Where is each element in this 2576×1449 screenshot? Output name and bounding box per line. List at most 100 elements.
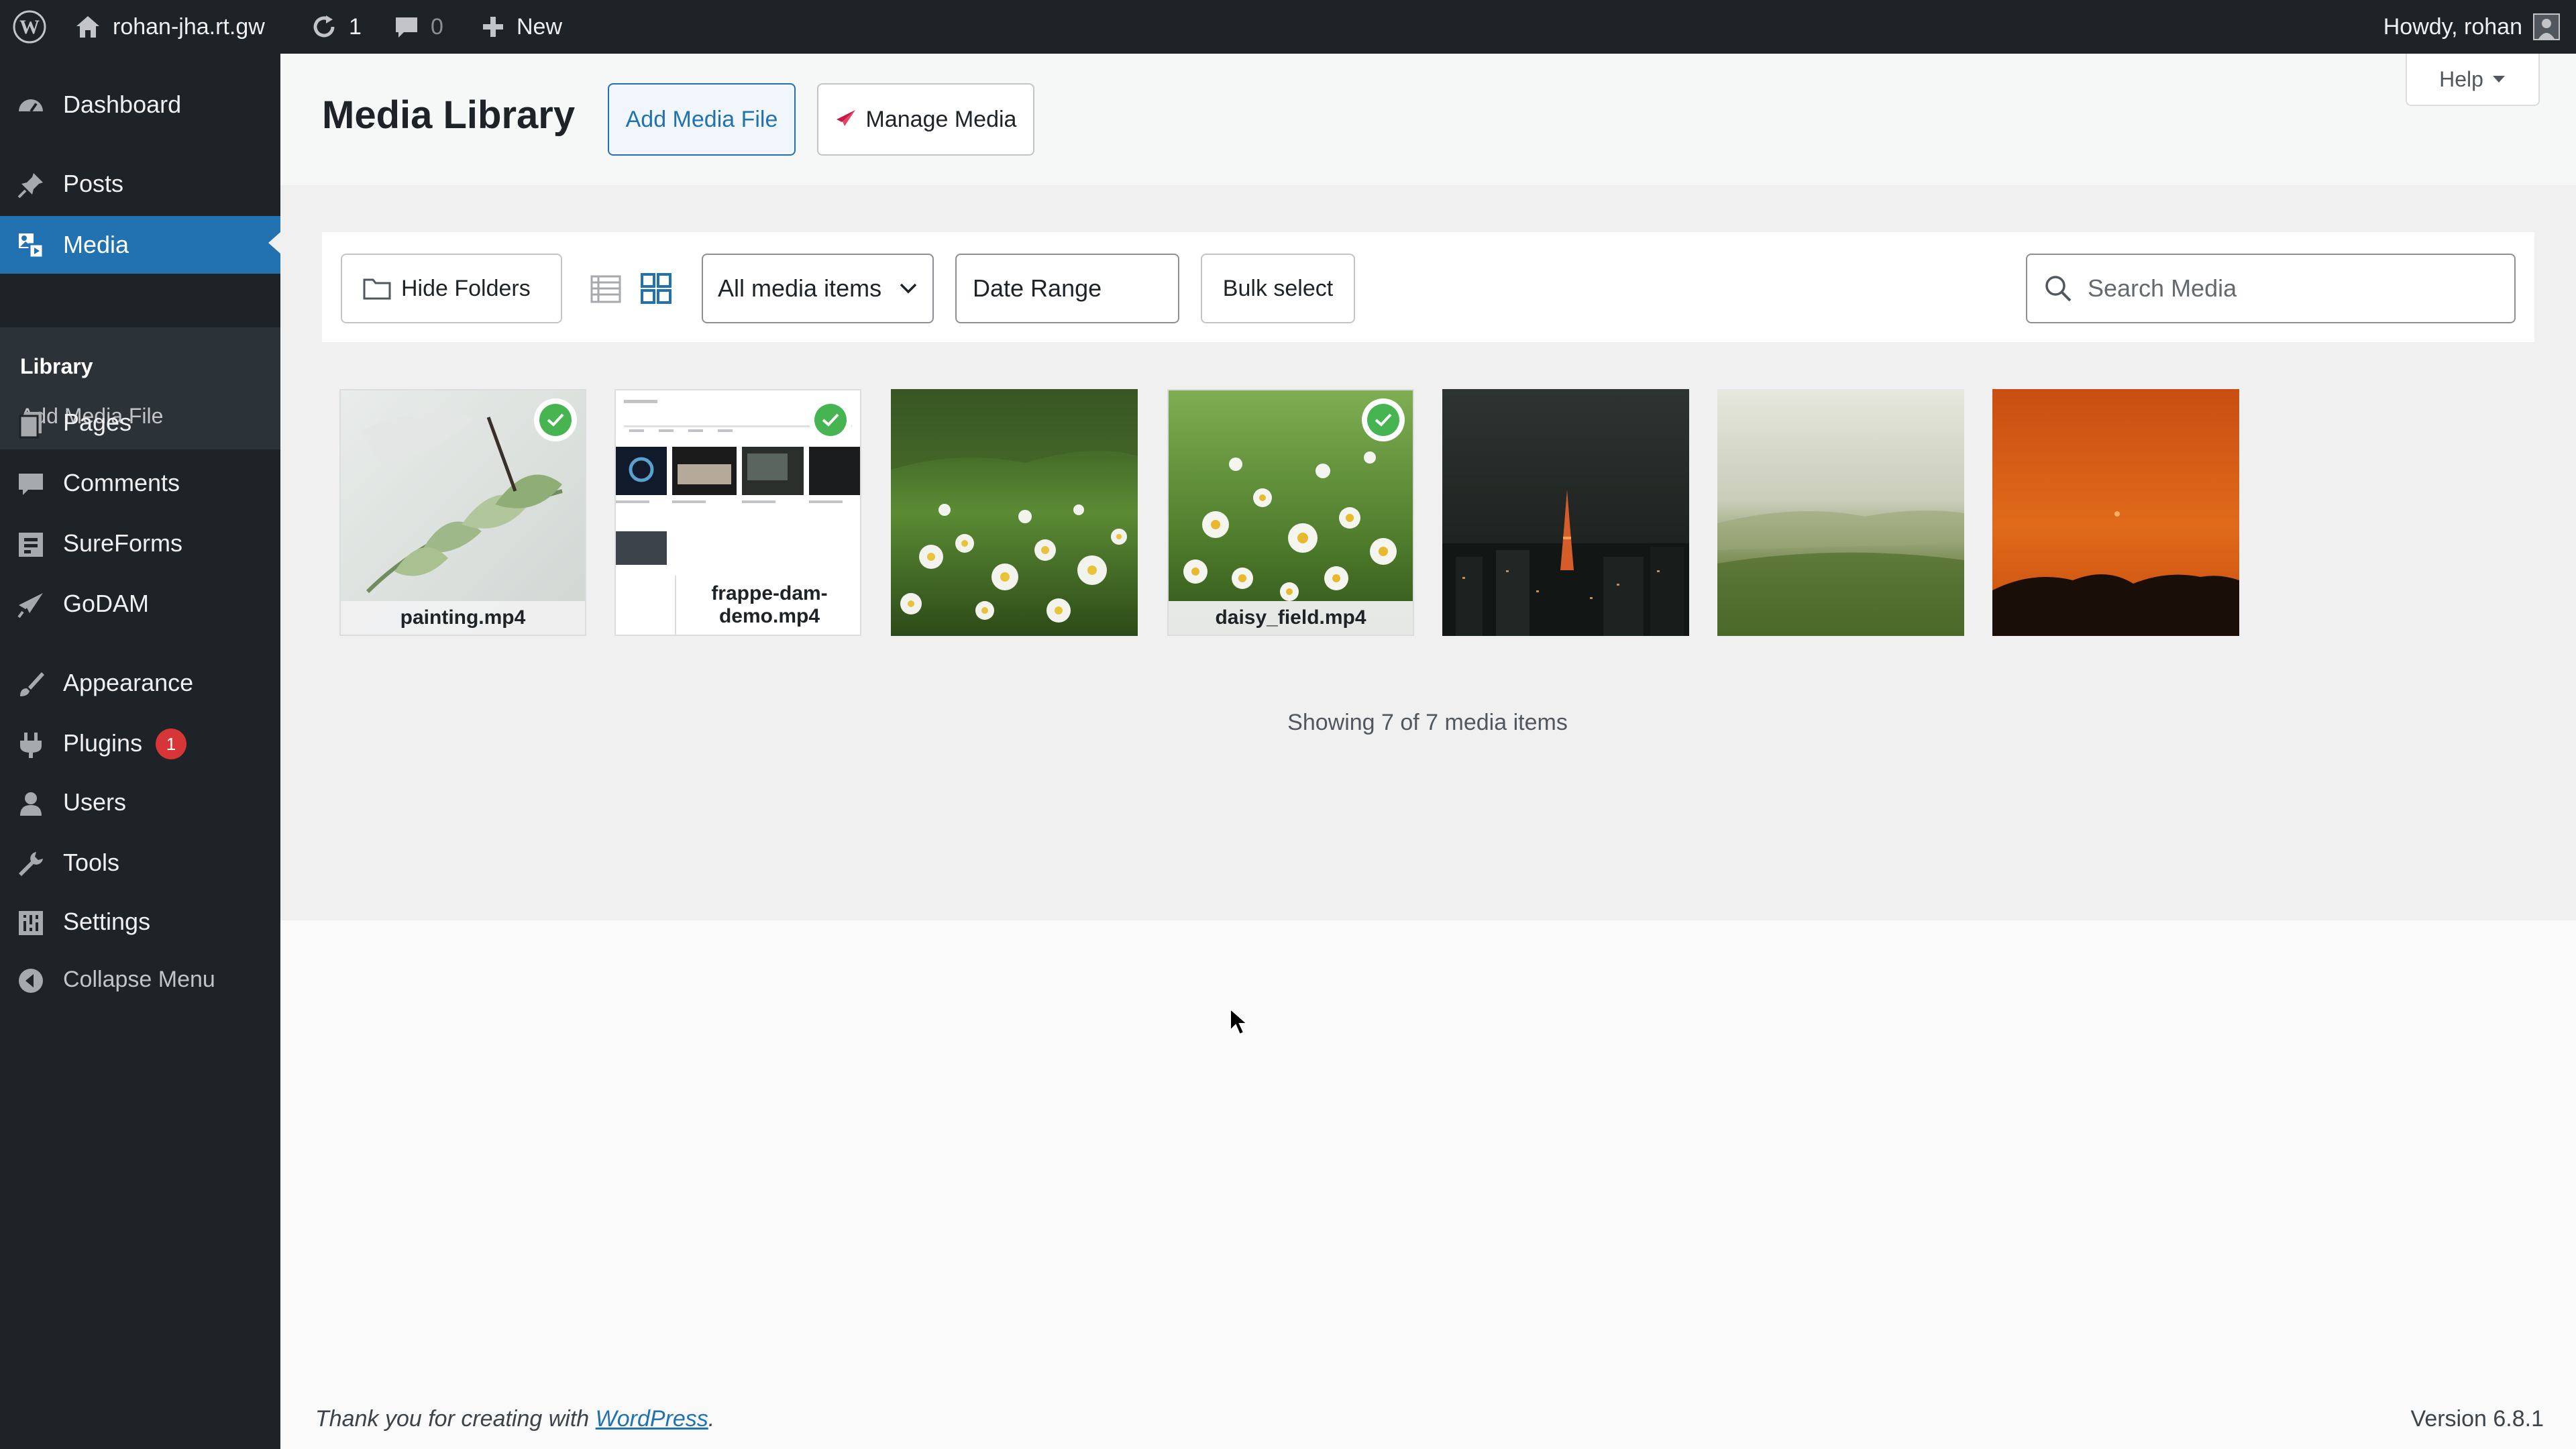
media-item-city-night[interactable] [1442, 389, 1689, 636]
godam-icon [836, 110, 855, 126]
manage-media-label: Manage Media [865, 106, 1017, 132]
sidebar-label: Dashboard [63, 91, 182, 118]
new-label: New [517, 13, 563, 40]
help-tab-button[interactable]: Help [2406, 54, 2540, 106]
footer-thanks: Thank you for creating with WordPress. [315, 1406, 714, 1432]
checkmark-icon [547, 413, 564, 427]
sidebar-item-media[interactable]: Media [0, 216, 280, 274]
checkmark-icon [822, 413, 839, 427]
hide-folders-button[interactable]: Hide Folders [341, 254, 562, 323]
search-input[interactable] [2086, 274, 2465, 303]
sidebar-item-dashboard[interactable]: Dashboard [0, 78, 280, 131]
footer-thanks-suffix: . [708, 1406, 715, 1432]
sidebar-label: Posts [63, 170, 124, 197]
media-item-misty-meadow[interactable] [1717, 389, 1964, 636]
grid-view-icon[interactable] [640, 272, 672, 305]
help-label: Help [2439, 66, 2483, 91]
sidebar-label: GoDAM [63, 590, 150, 617]
footer-version: Version 6.8.1 [2410, 1406, 2544, 1432]
refresh-icon [313, 15, 335, 38]
page-title: Media Library [322, 93, 576, 137]
sidebar-label: Appearance [63, 669, 194, 696]
comments-count: 0 [431, 13, 443, 40]
misty-meadow-thumbnail [1717, 389, 1964, 636]
sidebar-item-pages[interactable]: Pages [0, 396, 280, 449]
sidebar-label: Pages [63, 409, 132, 436]
media-item-orange-sunset[interactable] [1992, 389, 2239, 636]
footer-thanks-prefix: Thank you for creating with [315, 1406, 596, 1432]
search-media-field[interactable] [2026, 254, 2516, 323]
sidebar-item-comments[interactable]: Comments [0, 456, 280, 510]
hide-folders-label: Hide Folders [401, 275, 531, 301]
sidebar-item-tools[interactable]: Tools [0, 836, 280, 890]
selected-check[interactable] [534, 398, 577, 441]
wordpress-link[interactable]: WordPress [596, 1406, 708, 1432]
search-icon [2045, 276, 2072, 302]
site-name-link[interactable]: rohan-jha.rt.gw [74, 0, 265, 54]
media-caption: daisy_field.mp4 [1169, 601, 1413, 635]
wrench-icon [19, 852, 43, 876]
sidebar-label: Tools [63, 849, 120, 876]
sidebar-item-posts[interactable]: Posts [0, 157, 280, 211]
comment-icon [19, 474, 43, 495]
godam-icon [17, 593, 43, 619]
home-icon [76, 16, 99, 38]
media-item-flowers[interactable] [891, 389, 1138, 636]
sidebar-item-users[interactable]: Users [0, 775, 280, 829]
collapse-icon [19, 969, 43, 993]
svg-text:W: W [19, 16, 40, 38]
new-content-link[interactable]: New [480, 0, 562, 54]
my-account[interactable]: Howdy, rohan [2383, 0, 2560, 54]
media-type-filter[interactable]: All media items [702, 254, 934, 323]
orange-sunset-thumbnail [1992, 389, 2239, 636]
admin-bar: W rohan-jha.rt.gw 1 0 New Howdy, rohan [0, 0, 2576, 54]
chevron-down-icon [900, 283, 917, 294]
comment-icon [396, 17, 417, 38]
site-name: rohan-jha.rt.gw [113, 13, 265, 40]
media-item-frappe-dam-demo[interactable]: frappe-dam-demo.mp4 [614, 389, 861, 636]
add-media-file-button[interactable]: Add Media File [608, 83, 796, 156]
sidebar-label: Collapse Menu [63, 966, 215, 992]
media-caption: frappe-dam-demo.mp4 [675, 576, 860, 635]
media-count-text: Showing 7 of 7 media items [1287, 710, 1568, 735]
sidebar-item-godam[interactable]: GoDAM [0, 577, 280, 631]
pages-icon [19, 412, 42, 439]
date-range-filter[interactable]: Date Range [955, 254, 1179, 323]
sidebar-item-appearance[interactable]: Appearance [0, 656, 280, 710]
dashboard-icon [19, 99, 43, 113]
sidebar-label: Settings [63, 908, 151, 935]
selected-check[interactable] [809, 398, 852, 441]
selected-check[interactable] [1362, 398, 1405, 441]
media-type-filter-value: All media items [718, 274, 882, 302]
howdy-text: Howdy, rohan [2383, 13, 2522, 40]
comments-link[interactable]: 0 [393, 0, 443, 54]
add-media-file-label: Add Media File [625, 106, 778, 132]
media-item-daisy-field[interactable]: daisy_field.mp4 [1167, 389, 1414, 636]
current-indicator [268, 232, 280, 254]
date-range-label: Date Range [973, 274, 1102, 302]
sidebar-label: Users [63, 788, 127, 816]
sidebar-item-sureforms[interactable]: SureForms [0, 517, 280, 570]
list-view-icon[interactable] [590, 274, 621, 305]
city-night-thumbnail [1442, 389, 1689, 636]
wordpress-logo-icon[interactable]: W [12, 0, 47, 54]
sidebar-item-settings[interactable]: Settings [0, 895, 280, 949]
sidebar-label: Comments [63, 469, 180, 496]
folder-icon [363, 278, 391, 300]
media-item-painting[interactable]: painting.mp4 [339, 389, 586, 636]
sidebar-collapse-menu[interactable]: Collapse Menu [0, 953, 280, 1006]
caret-down-icon [2492, 76, 2505, 83]
manage-media-button[interactable]: Manage Media [817, 83, 1034, 156]
submenu-library[interactable]: Library [20, 354, 93, 379]
pin-icon [17, 173, 43, 199]
bulk-select-label: Bulk select [1222, 275, 1334, 301]
bulk-select-button[interactable]: Bulk select [1201, 254, 1355, 323]
user-icon [20, 792, 42, 816]
content-lower-area [280, 920, 2576, 1449]
updates-count: 1 [349, 13, 362, 40]
checkmark-icon [1375, 413, 1392, 427]
updates-link[interactable]: 1 [310, 0, 362, 54]
media-caption: painting.mp4 [341, 601, 585, 635]
flowers-thumbnail [891, 389, 1138, 636]
settings-icon [19, 911, 43, 935]
